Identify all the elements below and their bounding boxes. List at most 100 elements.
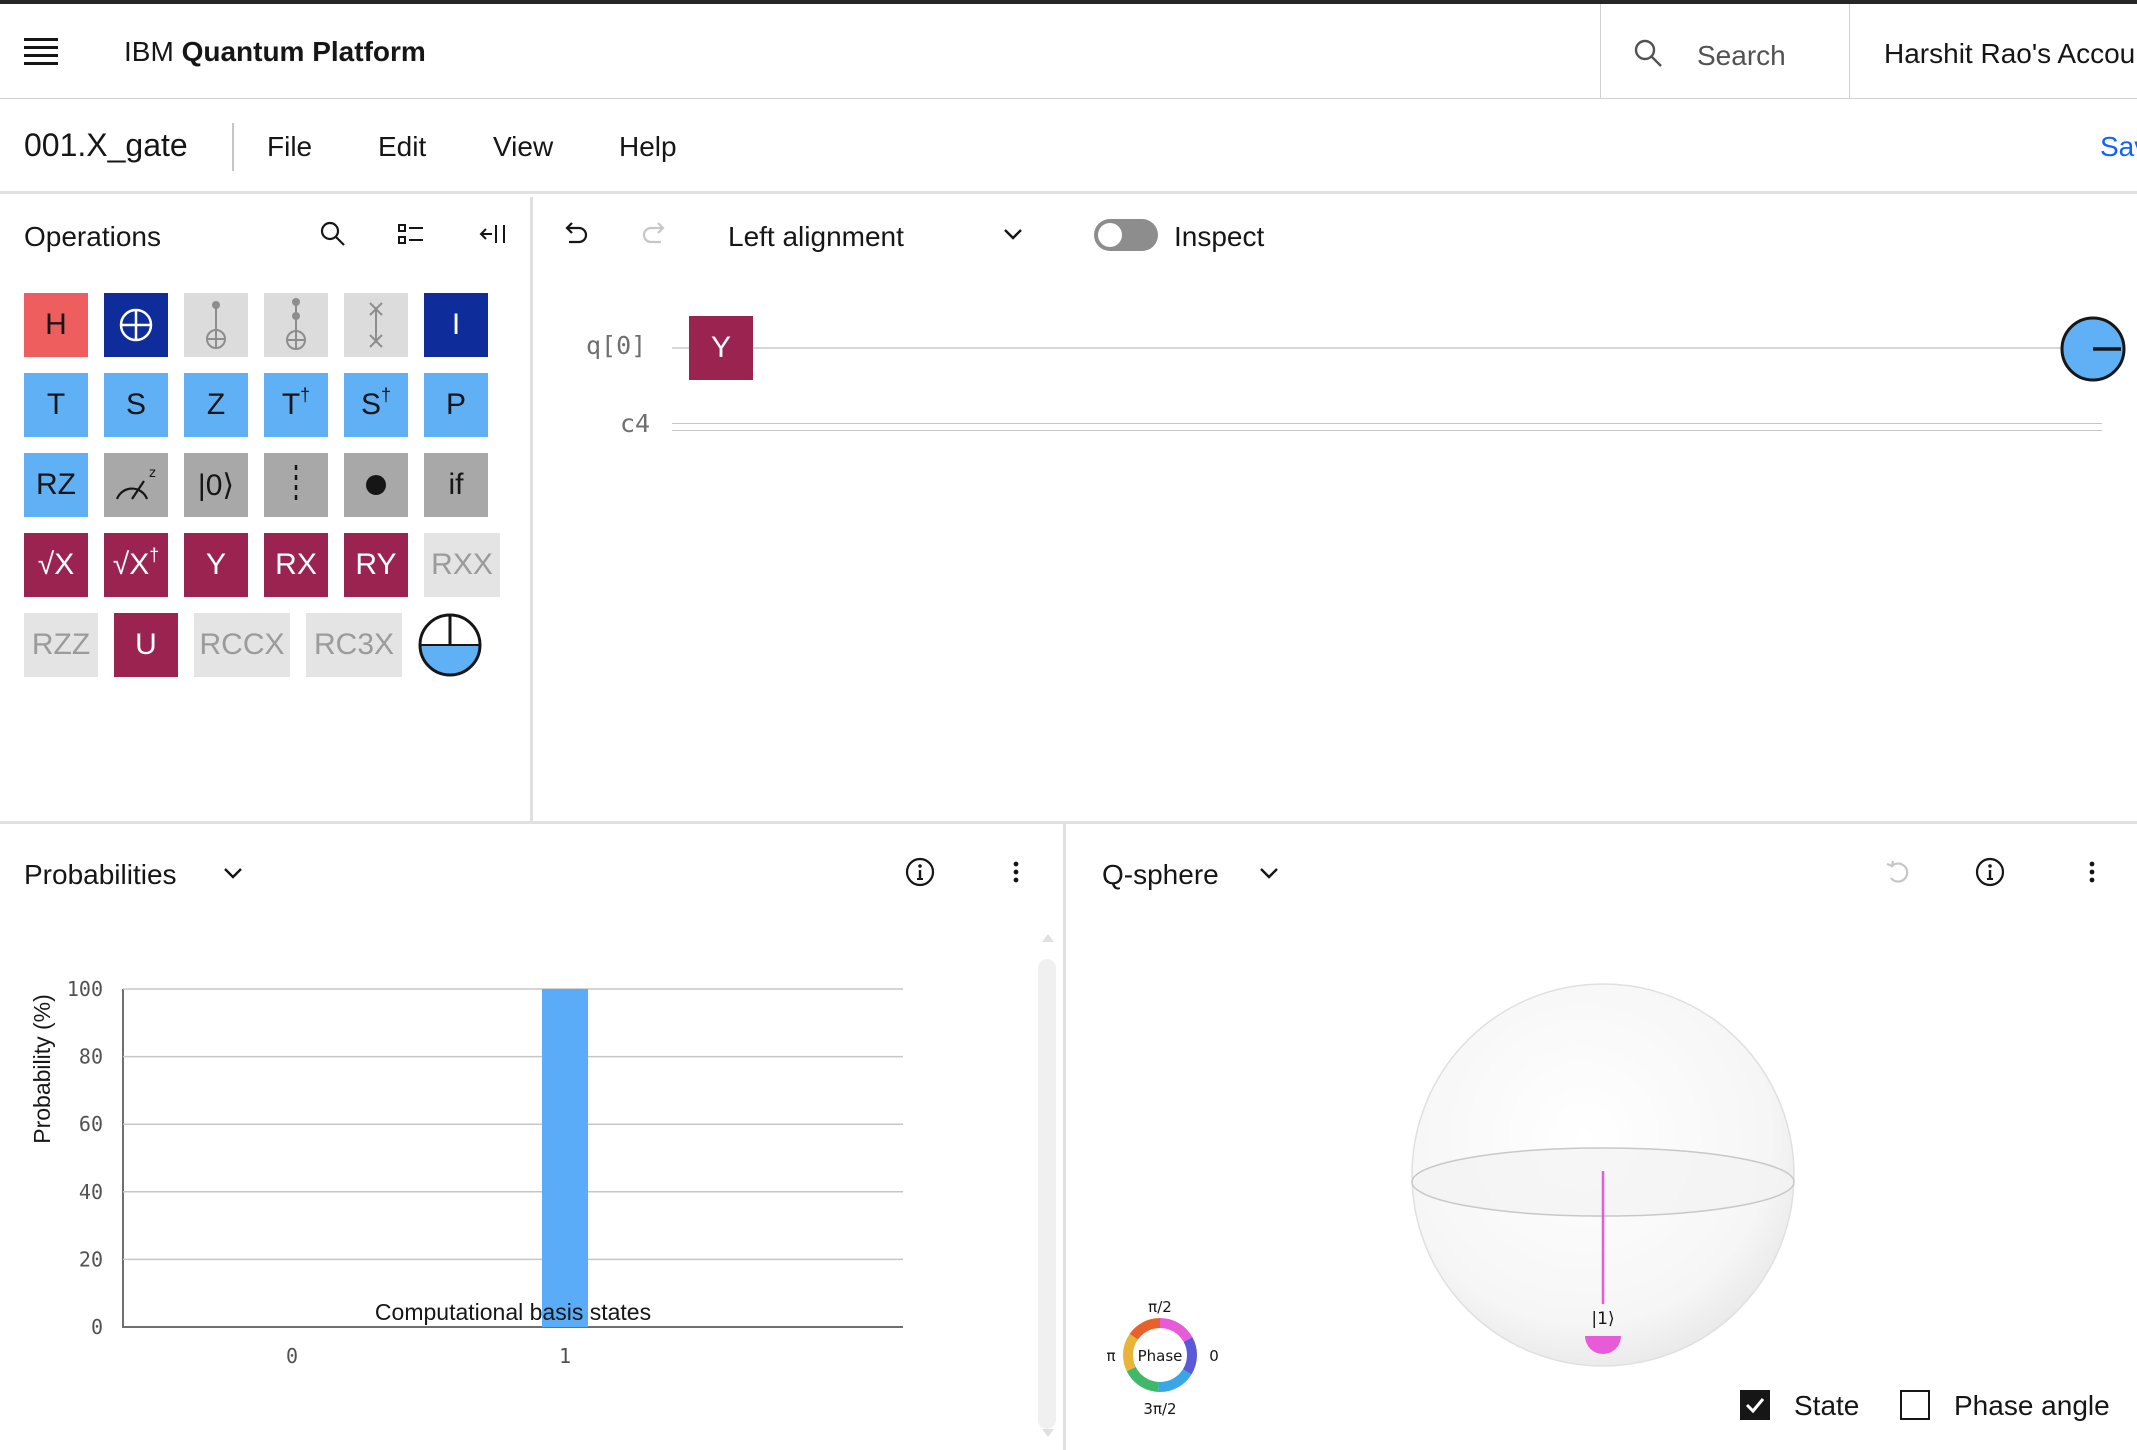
qubit-wire[interactable]: [672, 347, 2092, 349]
search-input[interactable]: Search: [1601, 4, 1849, 99]
gate-rzz[interactable]: RZZ: [24, 613, 98, 677]
scroll-down-icon[interactable]: [1041, 1427, 1055, 1439]
menu-edit[interactable]: Edit: [378, 131, 426, 163]
gate-reset[interactable]: |0⟩: [184, 453, 248, 517]
dagger: †: [149, 544, 160, 565]
cnot-icon: [119, 308, 153, 342]
gate-sx[interactable]: √X: [24, 533, 88, 597]
gate-u[interactable]: U: [114, 613, 178, 677]
bar-1[interactable]: [542, 989, 588, 1327]
gate-rc3x[interactable]: RC3X: [306, 613, 402, 677]
overflow-menu-icon[interactable]: [1000, 856, 1032, 888]
gate-rxx[interactable]: RXX: [424, 533, 500, 597]
menu-bar: 001.X_gate File Edit View Help Save: [0, 99, 2137, 194]
operations-title: Operations: [24, 221, 161, 252]
phase-angle-checkbox[interactable]: [1900, 1390, 1930, 1420]
y-axis-label: Probability (%): [29, 994, 55, 1144]
dagger: †: [300, 384, 311, 405]
phase-left-label: π: [1106, 1347, 1115, 1365]
ccc-not-icon: [286, 298, 306, 350]
gate-label: √X: [112, 548, 150, 581]
qsphere-visualization[interactable]: |1⟩ Phase π/2 π 0 3π/2: [1066, 824, 2137, 1450]
save-link[interactable]: Save: [2100, 131, 2137, 163]
gate-toffoli[interactable]: [184, 293, 248, 357]
undo-icon[interactable]: [560, 219, 590, 249]
y-tick-label: 80: [79, 1045, 103, 1069]
y-tick-label: 60: [79, 1112, 103, 1136]
gate-t[interactable]: T: [24, 373, 88, 437]
toggle-knob: [1098, 223, 1122, 247]
gate-z[interactable]: Z: [184, 373, 248, 437]
gate-rz[interactable]: RZ: [24, 453, 88, 517]
measure-z-icon: z: [115, 466, 156, 500]
chevron-down-icon[interactable]: [220, 860, 246, 886]
classical-label: c4: [620, 409, 651, 438]
y-tick-label: 100: [67, 977, 103, 1001]
gate-label: S: [360, 388, 381, 421]
gate-if[interactable]: if: [424, 453, 488, 517]
gate-sxdg[interactable]: √X †: [104, 533, 168, 597]
phase-top-label: π/2: [1148, 1298, 1172, 1316]
dagger: †: [381, 384, 392, 405]
gate-ry[interactable]: RY: [344, 533, 408, 597]
control-dot-icon: [366, 475, 386, 495]
menu-view[interactable]: View: [493, 131, 553, 163]
y-tick-label: 0: [91, 1315, 103, 1339]
gate-i[interactable]: I: [424, 293, 488, 357]
chevron-down-icon[interactable]: [1000, 221, 1026, 247]
list-view-icon[interactable]: [396, 219, 426, 249]
gate-rx[interactable]: RX: [264, 533, 328, 597]
gate-p[interactable]: P: [424, 373, 488, 437]
phase-bottom-label: 3π/2: [1143, 1400, 1176, 1418]
alignment-select[interactable]: Left alignment: [728, 221, 904, 253]
probabilities-title[interactable]: Probabilities: [24, 859, 177, 891]
collapse-panel-icon[interactable]: [478, 219, 508, 249]
gate-cnot[interactable]: [104, 293, 168, 357]
gate-control[interactable]: [344, 453, 408, 517]
brand-title[interactable]: IBM Quantum Platform: [124, 36, 426, 68]
hamburger-menu-icon[interactable]: [24, 38, 58, 68]
gate-rccx[interactable]: RCCX: [194, 613, 290, 677]
gate-sdg[interactable]: S †: [344, 373, 408, 437]
toffoli-icon: [206, 301, 226, 349]
y-tick-label: 40: [79, 1180, 103, 1204]
probability-bar-chart: 0 20 40 60 80 100 0 1 Computational basis stat…: [29, 977, 903, 1368]
gate-barrier[interactable]: [264, 453, 328, 517]
inspect-toggle[interactable]: [1094, 219, 1158, 251]
barrier-icon: [294, 465, 298, 505]
gate-tdg[interactable]: T †: [264, 373, 328, 437]
x-axis-label: Computational basis states: [375, 1299, 651, 1325]
info-icon[interactable]: [904, 856, 936, 888]
redo-icon[interactable]: [640, 219, 670, 249]
gate-s[interactable]: S: [104, 373, 168, 437]
gate-ccc-not[interactable]: [264, 293, 328, 357]
menu-file[interactable]: File: [267, 131, 312, 163]
probabilities-panel: Probabilities 0 20 40 60 80 100 0 1 Computatio…: [0, 821, 1066, 1450]
gate-y[interactable]: Y: [184, 533, 248, 597]
qubit-label: q[0]: [586, 331, 647, 360]
phase-right-label: 0: [1209, 1347, 1219, 1365]
gate-measure-z[interactable]: z: [104, 453, 168, 517]
gate-swap[interactable]: [344, 293, 408, 357]
gate-label: T: [281, 388, 301, 421]
menu-help[interactable]: Help: [619, 131, 677, 163]
probability-disk-icon[interactable]: [417, 612, 483, 678]
classical-wire: [672, 430, 2102, 431]
qsphere-panel: Q-sphere |1⟩ Phase π/2 π 0 3π/2 State Ph…: [1066, 821, 2137, 1450]
scrollbar[interactable]: [1038, 959, 1056, 1429]
state-label: |1⟩: [1591, 1309, 1614, 1329]
account-menu[interactable]: Harshit Rao's Account: [1884, 38, 2137, 70]
operations-panel: Operations H I T S Z T † S † P RZ z |0⟩ if…: [0, 197, 533, 821]
phase-center-label: Phase: [1138, 1347, 1183, 1365]
phase-disk-icon[interactable]: [2059, 315, 2127, 383]
classical-wire[interactable]: [672, 423, 2102, 424]
gate-h[interactable]: H: [24, 293, 88, 357]
state-checkbox-label: State: [1794, 1390, 1860, 1421]
state-checkbox[interactable]: [1740, 1390, 1770, 1420]
swap-icon: [369, 302, 383, 348]
search-icon[interactable]: [318, 219, 348, 249]
file-name[interactable]: 001.X_gate: [24, 127, 188, 164]
placed-y-gate[interactable]: Y: [689, 316, 753, 380]
scroll-up-icon[interactable]: [1041, 932, 1055, 944]
x-tick-label: 0: [286, 1344, 298, 1368]
